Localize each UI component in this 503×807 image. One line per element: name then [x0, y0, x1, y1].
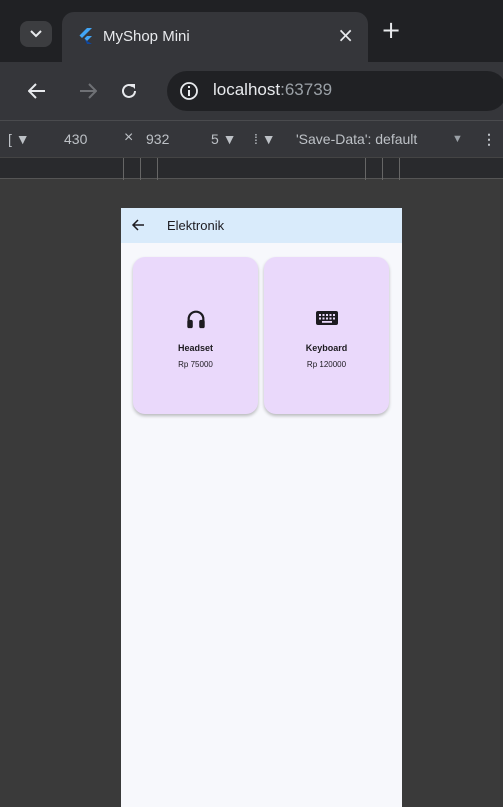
reload-button[interactable]: [112, 74, 146, 108]
headset-icon: [186, 310, 205, 329]
tab-title: MyShop Mini: [103, 28, 190, 45]
save-data-dropdown[interactable]: 'Save-Data': default: [296, 131, 417, 147]
forward-button[interactable]: [71, 74, 105, 108]
ruler-tick[interactable]: [140, 158, 141, 180]
arrow-right-icon: [80, 83, 97, 99]
ruler-tick[interactable]: [365, 158, 366, 180]
arrow-left-icon: [28, 83, 45, 99]
browser-tab-strip: MyShop Mini × +: [0, 0, 503, 62]
product-card-headset[interactable]: Headset Rp 75000: [133, 257, 258, 414]
save-data-arrow-icon[interactable]: ▼: [452, 133, 463, 145]
keyboard-icon: [315, 311, 338, 325]
browser-toolbar: localhost:63739: [0, 62, 503, 120]
ruler-tick[interactable]: [157, 158, 158, 180]
chevron-down-icon: [30, 30, 42, 38]
product-name: Keyboard: [305, 343, 348, 353]
more-options-button[interactable]: ⋮: [482, 131, 496, 148]
height-input[interactable]: 932: [146, 131, 169, 147]
info-icon[interactable]: [179, 81, 199, 101]
ruler-tick[interactable]: [382, 158, 383, 180]
media-query-ruler: [0, 157, 503, 180]
url-port: :63739: [280, 80, 333, 99]
product-price: Rp 120000: [306, 360, 347, 369]
back-button[interactable]: [20, 74, 54, 108]
browser-tab[interactable]: MyShop Mini ×: [62, 12, 368, 62]
app-bar: Elektronik: [121, 208, 402, 243]
ruler-tick[interactable]: [399, 158, 400, 180]
dpr-dropdown[interactable]: 5 ▼: [211, 131, 237, 147]
tab-close-button[interactable]: ×: [337, 23, 354, 47]
product-card-keyboard[interactable]: Keyboard Rp 120000: [264, 257, 389, 414]
reload-icon: [122, 83, 136, 98]
ruler-tick[interactable]: [123, 158, 124, 180]
app-viewport: Elektronik Headset Rp 75000 Keyboard Rp …: [121, 208, 402, 807]
address-bar[interactable]: localhost:63739: [167, 71, 503, 111]
product-price: Rp 75000: [178, 360, 213, 369]
url-text[interactable]: localhost:63739: [213, 80, 332, 100]
page-title: Elektronik: [167, 218, 225, 233]
throttle-dropdown[interactable]: ⁞ ▼: [254, 131, 276, 147]
product-name: Headset: [177, 343, 213, 353]
flutter-logo-icon: [79, 28, 92, 44]
width-input[interactable]: 430: [64, 131, 87, 147]
url-host: localhost: [213, 80, 281, 99]
device-toolbar: [ ▼ 430 × 932 5 ▼ ⁞ ▼ 'Save-Data': defau…: [0, 120, 503, 157]
tab-search-button[interactable]: [20, 21, 52, 47]
dimension-separator: ×: [124, 129, 134, 146]
new-tab-button[interactable]: +: [381, 18, 401, 42]
back-arrow-icon[interactable]: [131, 218, 145, 232]
dimensions-dropdown[interactable]: [ ▼: [8, 131, 30, 147]
